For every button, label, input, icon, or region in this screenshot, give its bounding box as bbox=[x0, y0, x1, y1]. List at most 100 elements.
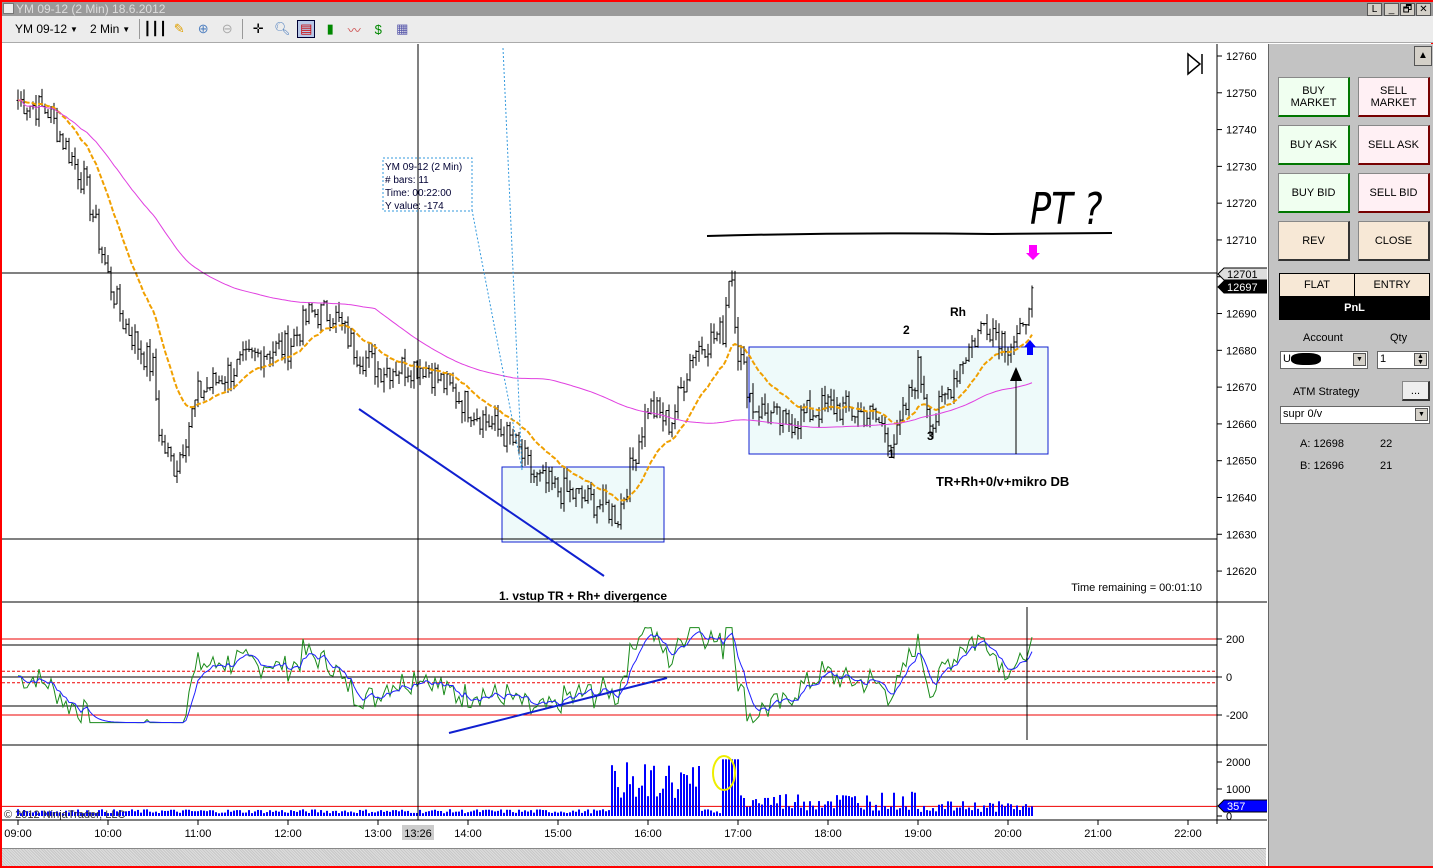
time-remaining: Time remaining = 00:01:10 bbox=[1071, 582, 1202, 594]
zoom-out-icon[interactable]: ⊖ bbox=[218, 20, 236, 38]
time-tick-label: 20:00 bbox=[994, 828, 1022, 840]
strategy-icon[interactable]: $ bbox=[369, 20, 387, 38]
time-tick-label: 22:00 bbox=[1174, 828, 1202, 840]
price-tick-label: 12710 bbox=[1226, 235, 1257, 247]
price-tick-label: 12720 bbox=[1226, 198, 1257, 210]
sell-market-button[interactable]: SELL MARKET bbox=[1358, 77, 1430, 117]
crosshair-price-label: 12701 bbox=[1227, 269, 1258, 281]
time-tick-label: 16:00 bbox=[634, 828, 662, 840]
interval-label: 2 Min bbox=[89, 22, 120, 36]
time-tick-label: 18:00 bbox=[814, 828, 842, 840]
atm-strategy-label: ATM Strategy bbox=[1293, 386, 1360, 398]
minimize-button[interactable]: _ bbox=[1384, 3, 1399, 16]
range-box-2 bbox=[748, 346, 1049, 455]
qty-stepper[interactable]: 1 ▲ ▼ bbox=[1377, 351, 1429, 369]
buy-ask-button[interactable]: BUY ASK bbox=[1278, 125, 1350, 165]
price-tick-label: 12750 bbox=[1226, 88, 1257, 100]
interval-selector[interactable]: 2 Min ▼ bbox=[87, 20, 133, 38]
cci-line bbox=[17, 627, 1033, 725]
link-button[interactable]: L bbox=[1367, 3, 1382, 16]
chart-trader-panel: ▲ BUY MARKET SELL MARKET BUY ASK SELL AS… bbox=[1268, 44, 1433, 866]
target-note: PT ? bbox=[1030, 184, 1103, 235]
toolbar: YM 09-12 ▼ 2 Min ▼ ┃┃┃ ✎ ⊕ ⊖ ✛ 🔍︎ ▤ ▮ 〰 $ … bbox=[2, 16, 1433, 43]
zoom-in-icon[interactable]: ⊕ bbox=[194, 20, 212, 38]
ask-size: 22 bbox=[1380, 438, 1393, 450]
instrument-label: YM 09-12 bbox=[15, 22, 68, 36]
time-tick-label: 13:00 bbox=[364, 828, 392, 840]
osc-tick-label: 200 bbox=[1226, 634, 1244, 646]
label-2: 2 bbox=[903, 323, 910, 337]
time-tick-label: 17:00 bbox=[724, 828, 752, 840]
properties-icon[interactable]: ▦ bbox=[393, 20, 411, 38]
ask-price: A: 12698 bbox=[1300, 438, 1345, 450]
skip-to-end-icon bbox=[1187, 52, 1203, 76]
time-tick-label: 10:00 bbox=[94, 828, 122, 840]
price-tick-label: 12690 bbox=[1226, 309, 1257, 321]
candles-icon[interactable]: ▮ bbox=[321, 20, 339, 38]
collapse-button[interactable]: ▲ bbox=[1414, 46, 1432, 66]
time-tick-label: 11:00 bbox=[185, 828, 212, 840]
pencil-icon[interactable]: ✎ bbox=[170, 20, 188, 38]
qty-label: Qty bbox=[1390, 332, 1408, 344]
price-tick-label: 12680 bbox=[1226, 345, 1257, 357]
last-volume-label: 357 bbox=[1227, 801, 1245, 813]
time-tick-label: 09:00 bbox=[4, 828, 32, 840]
pnl-display: PnL bbox=[1280, 296, 1429, 320]
bar-type-icon[interactable]: ┃┃┃ bbox=[143, 20, 166, 38]
horizontal-scrollbar[interactable] bbox=[2, 848, 1266, 866]
price-tick-label: 12760 bbox=[1226, 51, 1257, 63]
measure-line bbox=[502, 47, 523, 471]
magnifier-icon[interactable]: 🔍︎ bbox=[273, 20, 291, 38]
vol-tick-label: 2000 bbox=[1226, 757, 1250, 769]
entry-annotation: 1. vstup TR + Rh+ divergence bbox=[499, 589, 667, 603]
close-window-button[interactable]: ✕ bbox=[1416, 3, 1431, 16]
time-tick-label: 14:00 bbox=[454, 828, 482, 840]
account-label: Account bbox=[1303, 332, 1343, 344]
maximize-button[interactable]: 🗗 bbox=[1400, 3, 1415, 16]
label-rh: Rh bbox=[950, 305, 966, 319]
buy-bid-button[interactable]: BUY BID bbox=[1278, 173, 1350, 213]
account-select[interactable]: U ▼ bbox=[1280, 351, 1368, 369]
sell-ask-button[interactable]: SELL ASK bbox=[1358, 125, 1430, 165]
atm-options-button[interactable]: ... bbox=[1402, 381, 1430, 401]
window-title: YM 09-12 (2 Min) 18.6.2012 bbox=[16, 2, 166, 16]
price-tick-label: 12630 bbox=[1226, 529, 1257, 541]
sell-bid-button[interactable]: SELL BID bbox=[1358, 173, 1430, 213]
info-box-line2: # bars: 11 bbox=[385, 175, 429, 186]
buy-market-button[interactable]: BUY MARKET bbox=[1278, 77, 1350, 117]
entry-label: ENTRY bbox=[1373, 279, 1411, 291]
price-tick-label: 12740 bbox=[1226, 125, 1257, 137]
sell-arrow-icon bbox=[1026, 245, 1040, 260]
time-tick-label: 19:00 bbox=[904, 828, 932, 840]
chart-trader-icon[interactable]: ▤ bbox=[297, 20, 316, 38]
price-tick-label: 12670 bbox=[1226, 382, 1257, 394]
price-tick-label: 12650 bbox=[1226, 456, 1257, 468]
vol-tick-label: 1000 bbox=[1226, 784, 1250, 796]
atm-strategy-select[interactable]: supr 0/v ▼ bbox=[1280, 406, 1430, 424]
close-button[interactable]: CLOSE bbox=[1358, 221, 1430, 261]
crosshair-icon[interactable]: ✛ bbox=[249, 20, 267, 38]
osc-tick-label: -200 bbox=[1226, 710, 1248, 722]
time-tick-label: 21:00 bbox=[1084, 828, 1112, 840]
info-box-line3: Time: 00:22:00 bbox=[385, 188, 452, 199]
price-chart[interactable]: YM 09-12 (2 Min) # bars: 11 Time: 00:22:00… bbox=[2, 44, 1267, 848]
title-bar: YM 09-12 (2 Min) 18.6.2012 L _ 🗗 ✕ bbox=[2, 0, 1433, 16]
bid-size: 21 bbox=[1380, 460, 1393, 472]
indicators-icon[interactable]: 〰 bbox=[345, 20, 363, 38]
price-tick-label: 12660 bbox=[1226, 419, 1257, 431]
bid-price: B: 12696 bbox=[1300, 460, 1345, 472]
osc-tick-label: 0 bbox=[1226, 672, 1232, 684]
app-icon bbox=[3, 3, 14, 14]
time-tick-label: 15:00 bbox=[544, 828, 572, 840]
setup-annotation: TR+Rh+0/v+mikro DB bbox=[936, 474, 1069, 489]
info-box-line4: Y value: -174 bbox=[385, 201, 444, 212]
instrument-selector[interactable]: YM 09-12 ▼ bbox=[12, 20, 81, 38]
copyright: © 2012 NinjaTrader, LLC bbox=[4, 809, 125, 821]
label-3: 3 bbox=[927, 429, 934, 443]
position-status: FLAT bbox=[1280, 274, 1355, 296]
crosshair-time-label: 13:26 bbox=[404, 828, 432, 840]
price-tick-label: 12640 bbox=[1226, 492, 1257, 504]
time-tick-label: 12:00 bbox=[274, 828, 302, 840]
last-price-label: 12697 bbox=[1227, 282, 1258, 294]
rev-button[interactable]: REV bbox=[1278, 221, 1350, 261]
